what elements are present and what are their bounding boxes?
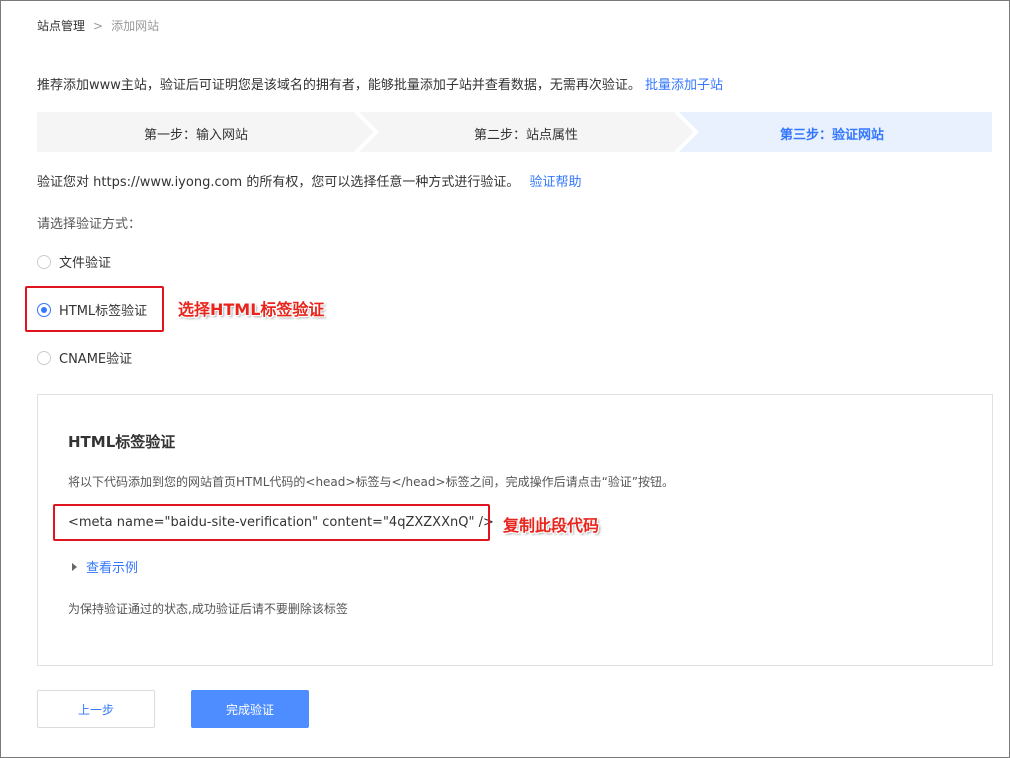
radio-file-label: 文件验证 xyxy=(59,256,112,271)
highlight-box-code xyxy=(53,504,490,541)
step-2-label: 第二步：站点属性 xyxy=(473,128,578,143)
radio-cname-verification[interactable]: CNAME验证 xyxy=(37,348,132,367)
highlight-box-html-option xyxy=(25,286,164,332)
keep-tag-note: 为保持验证通过的状态,成功验证后请不要删除该标签 xyxy=(68,602,348,616)
chevron-right-icon: > xyxy=(93,19,104,33)
panel-description: 将以下代码添加到您的网站首页HTML代码的<head>标签与</head>标签之… xyxy=(68,475,675,489)
batch-add-subsite-link[interactable]: 批量添加子站 xyxy=(645,78,723,93)
radio-file-verification[interactable]: 文件验证 xyxy=(37,252,111,271)
verify-help-link[interactable]: 验证帮助 xyxy=(530,175,582,190)
view-example-toggle[interactable]: 查看示例 xyxy=(72,557,138,576)
verify-description-row: 验证您对 https://www.iyong.com 的所有权，您可以选择任意一… xyxy=(37,171,582,190)
radio-button-icon[interactable] xyxy=(37,350,51,365)
panel-title: HTML标签验证 xyxy=(68,433,176,451)
view-example-link[interactable]: 查看示例 xyxy=(86,557,138,576)
choose-method-label: 请选择验证方式： xyxy=(37,217,142,232)
breadcrumb-current: 添加网站 xyxy=(111,19,160,33)
complete-verification-button[interactable]: 完成验证 xyxy=(191,690,309,728)
previous-step-button[interactable]: 上一步 xyxy=(37,690,155,728)
breadcrumb: 站点管理 > 添加网站 xyxy=(37,17,159,34)
radio-button-icon[interactable] xyxy=(37,254,51,269)
step-3-label: 第三步：验证网站 xyxy=(779,128,884,143)
breadcrumb-site-management[interactable]: 站点管理 xyxy=(37,19,85,33)
verify-description: 验证您对 https://www.iyong.com 的所有权，您可以选择任意一… xyxy=(37,175,520,190)
step-1-label: 第一步：输入网站 xyxy=(143,128,248,143)
annotation-copy-code: 复制此段代码 xyxy=(503,516,600,535)
radio-cname-label: CNAME验证 xyxy=(59,352,133,367)
intro-text: 推荐添加www主站，验证后可证明您是该域名的拥有者，能够批量添加子站并查看数据，… xyxy=(37,78,641,93)
annotation-select-html: 选择HTML标签验证 xyxy=(178,300,325,319)
step-progress-bar: 第一步：输入网站 第二步：站点属性 第三步：验证网站 xyxy=(37,112,992,152)
caret-right-icon xyxy=(72,562,77,571)
intro-text-row: 推荐添加www主站，验证后可证明您是该域名的拥有者，能够批量添加子站并查看数据，… xyxy=(37,74,723,93)
